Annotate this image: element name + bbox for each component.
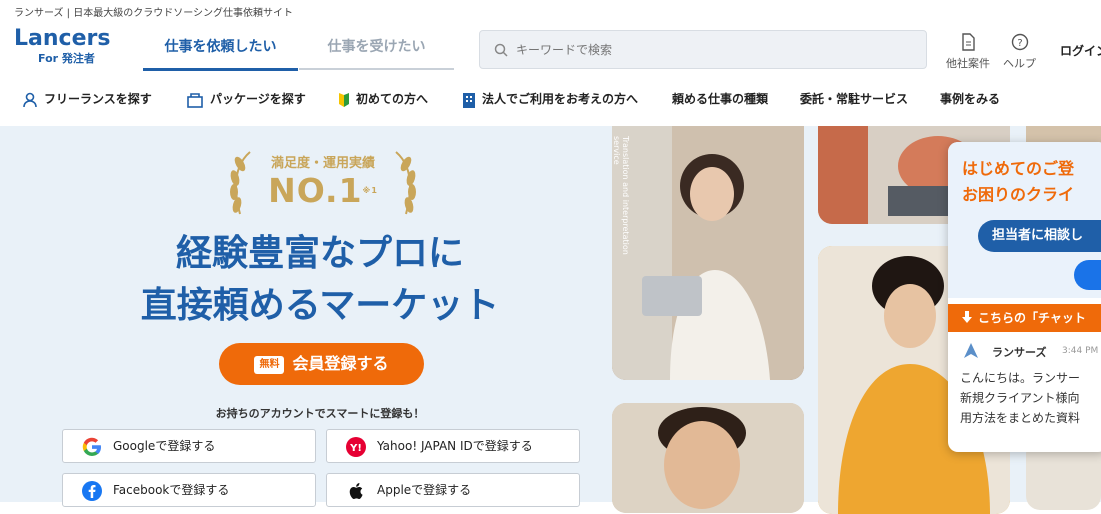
facebook-signup-label: Facebookで登録する — [113, 483, 230, 497]
register-label: 会員登録する — [292, 354, 389, 373]
search-icon — [494, 43, 508, 57]
chat-widget[interactable]: はじめてのご登 お困りのクライ 担当者に相談し こちらの「チャット ランサーズ … — [948, 142, 1101, 452]
nav-label: 法人でご利用をお考えの方へ — [482, 92, 639, 106]
nav-label: 初めての方へ — [356, 92, 429, 106]
nav-corporate[interactable]: 法人でご利用をお考えの方へ — [462, 84, 638, 114]
yahoo-icon: Y! — [346, 437, 366, 457]
logo-wordmark: Lancers — [14, 26, 111, 51]
nav-case-studies[interactable]: 事例をみる — [940, 84, 1000, 114]
package-icon — [187, 92, 203, 108]
photo-figure — [612, 403, 804, 513]
other-jobs-link[interactable]: 他社案件 — [946, 33, 990, 71]
chat-notice: こちらの「チャット — [948, 304, 1101, 332]
chat-message-line: 新規クライアント様向 — [960, 391, 1080, 405]
photo-figure — [612, 126, 804, 380]
nav-label: パッケージを探す — [210, 92, 306, 106]
other-jobs-label: 他社案件 — [946, 57, 990, 70]
chat-message-line: こんにちは。ランサー — [960, 371, 1081, 385]
chat-message: こんにちは。ランサー 新規クライアント様向 用方法をまとめた資料 — [960, 368, 1101, 428]
google-signup-label: Googleで登録する — [113, 439, 216, 453]
photo-caption: Translation and interpretation service — [612, 136, 630, 255]
facebook-icon — [82, 481, 102, 501]
main-nav: フリーランスを探す パッケージを探す 初めての方へ 法人でご利用をお考えの方へ … — [0, 84, 1101, 116]
chat-title-line-2: お困りのクライ — [962, 185, 1075, 204]
headline-line-1: 経験豊富なプロに — [175, 233, 464, 274]
photo-woman-laptop: Translation and interpretation service — [612, 126, 804, 380]
person-icon — [23, 92, 37, 107]
laurel-left-icon — [230, 151, 251, 215]
chat-message-line: 用方法をまとめた資料 — [960, 411, 1081, 425]
nav-find-freelancer[interactable]: フリーランスを探す — [22, 84, 152, 114]
nav-job-types[interactable]: 頼める仕事の種類 — [672, 84, 768, 114]
yahoo-signup-button[interactable]: Y! Yahoo! JAPAN IDで登録する — [326, 429, 580, 463]
search-input[interactable] — [514, 39, 898, 61]
hero-headline: 経験豊富なプロに 直接頼めるマーケット — [100, 228, 540, 332]
help-label: ヘルプ — [1003, 57, 1036, 70]
logo-subtitle: For 発注者 — [38, 52, 95, 65]
svg-text:Y!: Y! — [349, 443, 362, 454]
apple-signup-label: Appleで登録する — [377, 483, 472, 497]
tagline: ランサーズ | 日本最大級のクラウドソーシング仕事依頼サイト — [14, 8, 294, 19]
chat-action-button[interactable] — [1074, 260, 1101, 290]
nav-find-package[interactable]: パッケージを探す — [186, 84, 306, 114]
document-icon — [962, 33, 975, 51]
social-signup-note: お持ちのアカウントでスマートに登録も！ — [215, 407, 425, 420]
building-icon — [463, 92, 475, 108]
laurel-right-icon — [395, 151, 416, 215]
nav-beginners[interactable]: 初めての方へ — [338, 84, 428, 114]
google-icon — [82, 437, 101, 457]
chat-title-line-1: はじめてのご登 — [962, 159, 1075, 178]
consult-button[interactable]: 担当者に相談し — [978, 220, 1101, 252]
tab-receive-work[interactable]: 仕事を受けたい — [299, 30, 454, 70]
badge-no1: NO.1 — [268, 171, 363, 210]
arrow-down-icon — [962, 311, 972, 323]
lancers-avatar-icon — [964, 343, 978, 358]
chat-title: はじめてのご登 お困りのクライ — [962, 156, 1074, 208]
chat-sender-name: ランサーズ — [992, 346, 1047, 359]
yahoo-signup-label: Yahoo! JAPAN IDで登録する — [377, 439, 533, 453]
free-badge: 無料 — [254, 356, 285, 374]
login-link[interactable]: ログイン — [1060, 42, 1101, 59]
register-button[interactable]: 無料 会員登録する — [219, 343, 424, 385]
chat-timestamp: 3:44 PM — [1062, 346, 1099, 356]
badge-footnote: ※1 — [362, 186, 378, 195]
search-box[interactable] — [479, 30, 927, 69]
tab-order-work[interactable]: 仕事を依頼したい — [143, 30, 298, 71]
chat-notice-text: こちらの「チャット — [978, 311, 1086, 325]
help-link[interactable]: ? ヘルプ — [1003, 33, 1036, 71]
photo-man-smiling — [612, 403, 804, 513]
google-signup-button[interactable]: Googleで登録する — [62, 429, 316, 463]
headline-line-2: 直接頼めるマーケット — [140, 285, 500, 326]
nav-label: フリーランスを探す — [44, 92, 152, 106]
nav-outsourcing[interactable]: 委託・常駐サービス — [800, 84, 908, 114]
lancers-logo[interactable]: Lancers For 発注者 — [14, 28, 110, 66]
beginner-icon — [339, 92, 349, 107]
help-icon: ? — [1011, 33, 1028, 51]
svg-text:?: ? — [1017, 38, 1022, 49]
satisfaction-badge: 満足度・運用実績 NO.1※1 — [228, 146, 418, 226]
apple-icon — [349, 483, 363, 499]
